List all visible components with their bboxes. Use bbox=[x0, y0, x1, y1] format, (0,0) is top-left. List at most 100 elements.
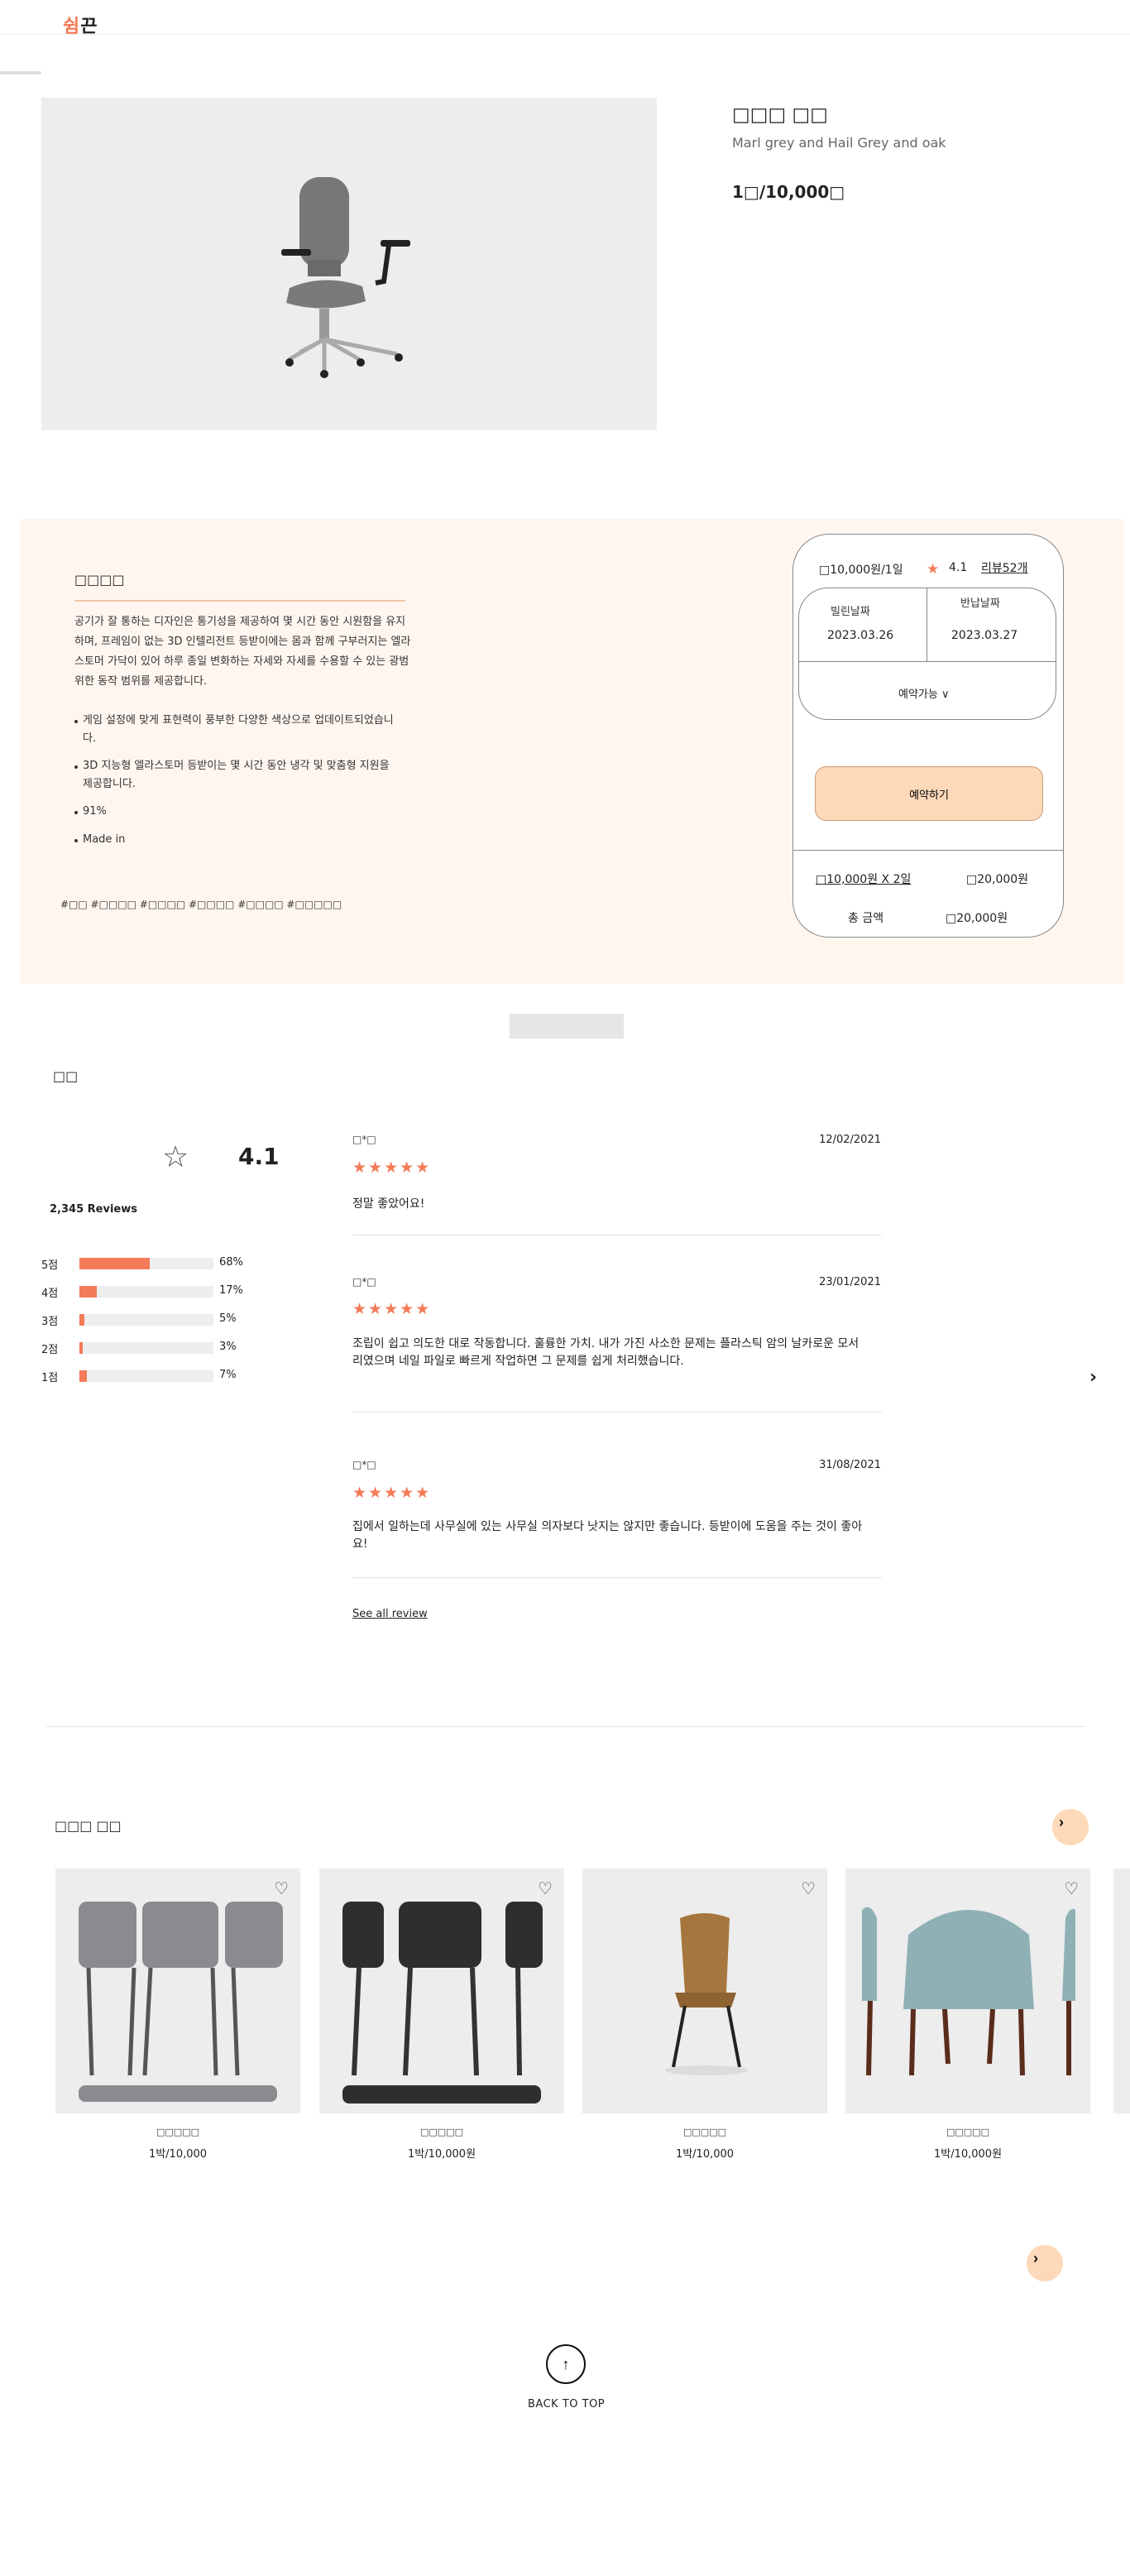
review-count: 2,345 Reviews bbox=[50, 1203, 137, 1216]
logo-char-1: 쉼 bbox=[63, 17, 81, 37]
return-date-field[interactable]: 2023.03.27 bbox=[951, 629, 1017, 642]
product-card[interactable]: ♡ bbox=[845, 1868, 1090, 2113]
see-all-reviews-link[interactable]: See all review bbox=[352, 1608, 428, 1620]
chair-image bbox=[342, 1902, 543, 2103]
review-separator bbox=[352, 1412, 882, 1413]
distribution-percent: 17% bbox=[219, 1284, 243, 1297]
distribution-bar bbox=[79, 1258, 213, 1269]
review-separator bbox=[352, 1577, 882, 1578]
distribution-label: 4점 bbox=[41, 1288, 59, 1300]
booking-rating: 4.1 bbox=[949, 561, 968, 574]
distribution-percent: 7% bbox=[219, 1369, 237, 1381]
availability-dropdown[interactable]: 예약가능 ∨ bbox=[898, 685, 950, 701]
distribution-bar-fill bbox=[79, 1370, 87, 1382]
description-title: □□□□ bbox=[74, 572, 125, 588]
recommend-title: □□□ □□ bbox=[55, 1818, 122, 1834]
office-chair-illustration bbox=[281, 177, 410, 378]
reserve-button[interactable]: 예약하기 bbox=[815, 766, 1043, 821]
chair-image bbox=[665, 1913, 748, 2075]
carousel-next-button[interactable]: › bbox=[1027, 2245, 1063, 2281]
product-price: 1박/10,000원 bbox=[933, 2148, 1003, 2161]
rent-date-field[interactable]: 2023.03.26 bbox=[827, 629, 893, 642]
carousel-next-button[interactable]: › bbox=[1052, 1809, 1089, 1845]
distribution-bar-fill bbox=[79, 1314, 85, 1326]
hashtag-list[interactable]: #□□ #□□□□ #□□□□ #□□□□ #□□□□ #□□□□□ bbox=[60, 899, 342, 910]
product-name: □□□□□ bbox=[683, 2127, 726, 2137]
review-text: 집에서 일하는데 사무실에 있는 사무실 의자보다 낫지는 않지만 좋습니다. … bbox=[352, 1520, 863, 1551]
product-card[interactable]: ♡ bbox=[55, 1868, 300, 2113]
product-price: 1박/10,000 bbox=[675, 2148, 735, 2161]
review-text: 조립이 쉽고 의도한 대로 작동합니다. 훌륭한 가치. 내가 가진 사소한 문… bbox=[352, 1337, 859, 1368]
product-price: 1□/10,000□ bbox=[732, 182, 845, 202]
rent-date-label: 빌린날짜 bbox=[831, 606, 870, 618]
review-stars: ★★★★★ bbox=[352, 1484, 432, 1502]
review-stars: ★★★★★ bbox=[352, 1158, 432, 1177]
placeholder-tab[interactable] bbox=[510, 1014, 624, 1039]
date-divider bbox=[799, 661, 1056, 662]
price-subtotal: □20,000원 bbox=[966, 873, 1029, 886]
review-text: 정말 좋았어요! bbox=[352, 1197, 425, 1211]
horizontal-scroll-indicator[interactable] bbox=[0, 71, 41, 74]
distribution-label: 5점 bbox=[41, 1259, 59, 1272]
reviewer-name: □*□ bbox=[352, 1459, 376, 1470]
heart-icon[interactable]: ♡ bbox=[274, 1878, 289, 1898]
price-calculation: □10,000원 X 2일 bbox=[816, 873, 912, 886]
review-date: 31/08/2021 bbox=[819, 1459, 881, 1471]
top-header bbox=[0, 0, 1130, 35]
distribution-bar bbox=[79, 1314, 213, 1326]
star-icon: ★ bbox=[927, 561, 940, 578]
distribution-percent: 5% bbox=[219, 1312, 237, 1325]
chevron-right-icon[interactable]: › bbox=[1089, 1367, 1097, 1388]
distribution-bar-fill bbox=[79, 1286, 98, 1298]
heart-icon[interactable]: ♡ bbox=[801, 1878, 816, 1898]
arrow-up-icon: ↑ bbox=[562, 2355, 570, 2372]
back-to-top-button[interactable]: ↑ bbox=[546, 2344, 586, 2384]
product-subtitle: Marl grey and Hail Grey and oak bbox=[732, 135, 946, 151]
chair-image bbox=[79, 1902, 283, 2102]
distribution-bar bbox=[79, 1342, 213, 1354]
distribution-percent: 3% bbox=[219, 1341, 237, 1353]
total-label: 총 금액 bbox=[848, 912, 884, 925]
chair-image bbox=[862, 1907, 1075, 2076]
site-logo[interactable]: 쉼끈 bbox=[63, 12, 98, 38]
distribution-bar bbox=[79, 1370, 213, 1382]
chevron-right-icon: › bbox=[1059, 1814, 1064, 1830]
average-rating: 4.1 bbox=[238, 1143, 280, 1170]
product-price: 1박/10,000원 bbox=[407, 2148, 476, 2161]
price-per-day: □10,000원/1일 bbox=[819, 564, 903, 577]
feature-bullet: 3D 지능형 엘라스토머 등받이는 몇 시간 동안 냉각 및 맞춤형 지원을 제… bbox=[74, 757, 397, 794]
distribution-bar bbox=[79, 1286, 213, 1298]
product-name: □□□□□ bbox=[156, 2127, 199, 2137]
reviews-title: □□ bbox=[53, 1068, 79, 1084]
product-image bbox=[41, 98, 657, 430]
distribution-percent: 68% bbox=[219, 1256, 243, 1269]
product-name: □□□□□ bbox=[946, 2127, 989, 2137]
distribution-bar-fill bbox=[79, 1258, 150, 1269]
distribution-label: 1점 bbox=[41, 1372, 59, 1384]
total-value: □20,000원 bbox=[946, 912, 1008, 925]
feature-bullet: 91% bbox=[74, 803, 397, 821]
star-outline-icon: ☆ bbox=[162, 1140, 189, 1174]
reviewer-name: □*□ bbox=[352, 1134, 376, 1145]
heart-icon[interactable]: ♡ bbox=[1064, 1878, 1079, 1898]
heart-icon[interactable]: ♡ bbox=[538, 1878, 553, 1898]
chevron-right-icon: › bbox=[1033, 2250, 1038, 2267]
return-date-label: 반납날짜 bbox=[960, 597, 1000, 610]
logo-char-2: 끈 bbox=[80, 17, 98, 37]
review-stars: ★★★★★ bbox=[352, 1300, 432, 1318]
product-title: □□□ □□ bbox=[732, 104, 828, 126]
reviewer-name: □*□ bbox=[352, 1276, 376, 1288]
product-price: 1박/10,000 bbox=[148, 2148, 208, 2161]
review-date: 23/01/2021 bbox=[819, 1276, 881, 1288]
back-to-top-label: BACK TO TOP bbox=[528, 2398, 606, 2411]
product-card-partial[interactable] bbox=[1113, 1868, 1130, 2113]
description-underline bbox=[74, 600, 405, 602]
distribution-label: 2점 bbox=[41, 1344, 59, 1356]
card-divider bbox=[793, 850, 1063, 851]
reviews-link[interactable]: 리뷰52개 bbox=[981, 559, 1027, 576]
product-name: □□□□□ bbox=[420, 2127, 463, 2137]
feature-bullet: Made in bbox=[74, 831, 397, 849]
product-card[interactable]: ♡ bbox=[319, 1868, 564, 2113]
description-text: 공기가 잘 통하는 디자인은 통기성을 제공하여 몇 시간 동안 시원함을 유지… bbox=[74, 616, 411, 688]
product-card[interactable]: ♡ bbox=[582, 1868, 827, 2113]
